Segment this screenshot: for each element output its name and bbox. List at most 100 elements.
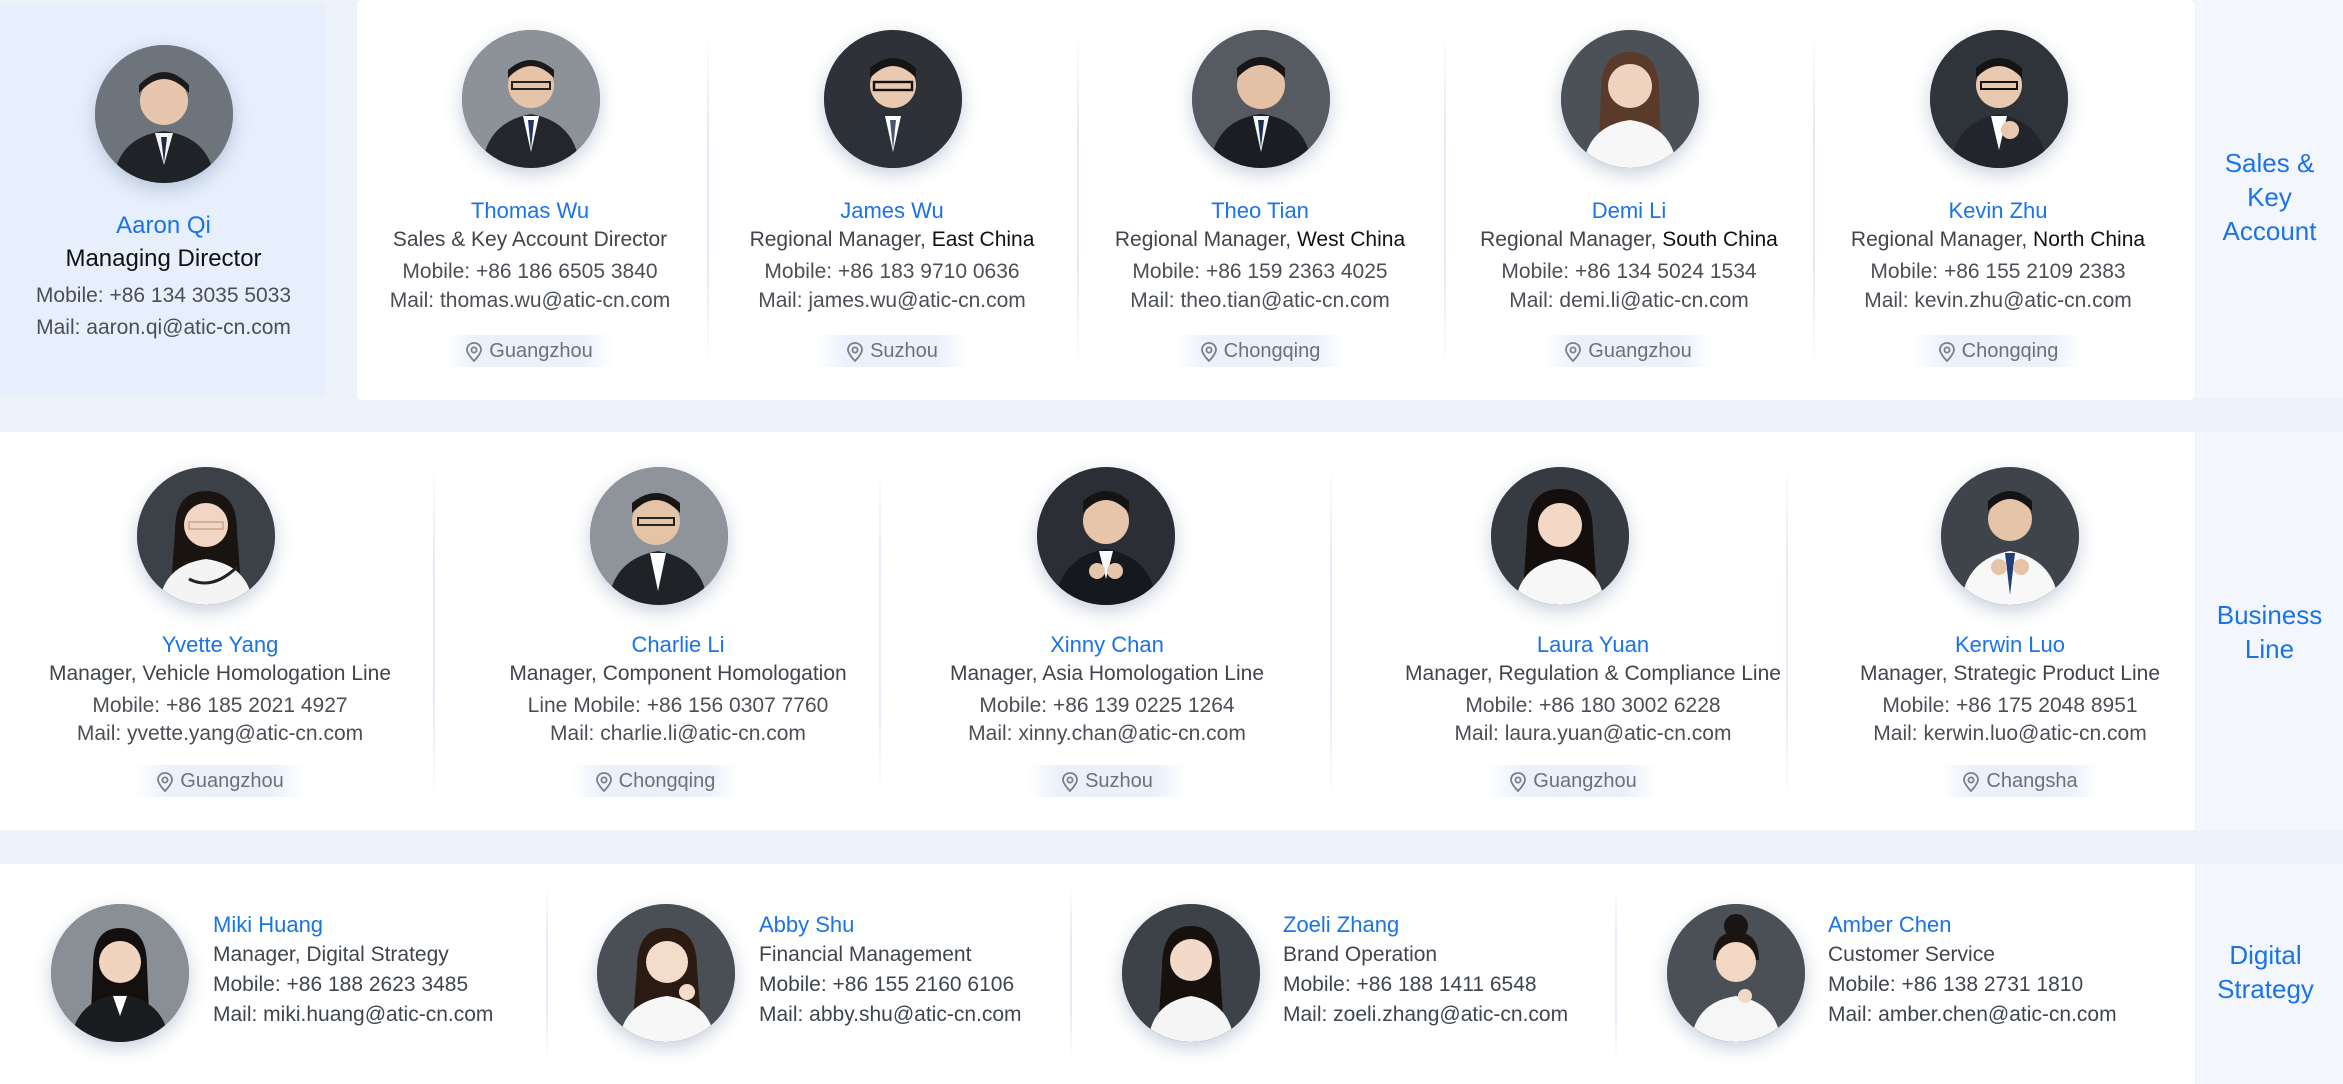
person-mobile: Mobile: +86 186 6505 3840 [402,260,658,283]
person-mobile: Mobile: +86 155 2109 2383 [1870,260,2126,283]
person-card-kerwin-luo: Kerwin Luo Manager, Strategic Product Li… [1800,432,2220,830]
avatar [1192,30,1330,168]
person-mobile: Mobile: +86 155 2160 6106 [759,973,1015,996]
location-tag: Suzhou [1027,765,1187,797]
divider [1813,30,1815,370]
person-name: Kerwin Luo [1954,632,2066,657]
person-info: Amber Chen Customer Service Mobile: +86 … [1828,910,2117,1030]
person-mail: Mail: laura.yuan@atic-cn.com [1454,722,1732,745]
divider [1444,30,1446,370]
divider [1330,462,1332,802]
avatar [824,30,962,168]
person-role: Sales & Key Account Director [392,228,668,251]
location-pin-icon [1564,341,1582,362]
person-card-abby-shu: Abby Shu Financial Management Mobile: +8… [546,864,1066,1084]
person-name: Theo Tian [1211,198,1309,223]
location-tag: Changsha [1940,765,2100,797]
location-tag: Guangzhou [135,765,305,797]
person-card-managing-director: Aaron Qi Managing Director Mobile: +86 1… [0,0,327,400]
person-mail: Mail: miki.huang@atic-cn.com [213,1003,494,1026]
person-name: Thomas Wu [470,198,590,223]
location-pin-icon [1962,771,1980,792]
person-mobile: Mobile: +86 185 2021 4927 [92,694,348,717]
person-name: James Wu [840,198,944,223]
avatar [51,904,189,1042]
person-mobile: Line Mobile: +86 156 0307 7760 [527,694,829,717]
person-role: Financial Management [759,943,972,966]
person-role: Regional Manager, South China [1480,228,1778,251]
avatar [462,30,600,168]
avatar [1561,30,1699,168]
person-card-demi-li: Demi Li Regional Manager, South China Mo… [1459,0,1799,400]
person-role: Customer Service [1828,943,1995,966]
person-name: Demi Li [1591,198,1667,223]
person-card-theo-tian: Theo Tian Regional Manager, West China M… [1090,0,1430,400]
location-pin-icon [1509,771,1527,792]
person-mail: Mail: james.wu@atic-cn.com [758,289,1026,312]
location-pin-icon [465,341,483,362]
location-tag: Guangzhou [1543,335,1713,367]
person-card-james-wu: James Wu Regional Manager, East China Mo… [722,0,1062,400]
person-role: Brand Operation [1283,943,1438,966]
person-mobile: Mobile: +86 175 2048 8951 [1882,694,2138,717]
person-card-zoeli-zhang: Zoeli Zhang Brand Operation Mobile: +86 … [1070,864,1610,1084]
person-card-charlie-li: Charlie Li Manager, Component Homologati… [463,432,903,830]
person-card-miki-huang: Miki Huang Manager, Digital Strategy Mob… [0,864,540,1084]
person-card-kevin-zhu: Kevin Zhu Regional Manager, North China … [1828,0,2168,400]
person-role: Manager, Component Homologation [509,662,847,685]
person-name: Yvette Yang [161,632,279,657]
avatar [137,467,275,605]
location-pin-icon [1200,341,1218,362]
person-name: Aaron Qi [116,212,211,239]
location-tag: Guangzhou [1488,765,1658,797]
location-tag: Chongqing [570,765,740,797]
avatar [1491,467,1629,605]
person-name: Miki Huang [213,912,324,937]
person-mobile: Mobile: +86 188 1411 6548 [1283,973,1537,996]
location-pin-icon [595,771,613,792]
location-pin-icon [156,771,174,792]
person-mail: Mail: theo.tian@atic-cn.com [1130,289,1390,312]
avatar [1930,30,2068,168]
location-pin-icon [1061,771,1079,792]
person-mobile: Mobile: +86 159 2363 4025 [1132,260,1388,283]
person-card-amber-chen: Amber Chen Customer Service Mobile: +86 … [1615,864,2185,1084]
person-name: Xinny Chan [1050,632,1164,657]
person-role: Manager, Asia Homologation Line [949,662,1265,685]
person-mail: Mail: kerwin.luo@atic-cn.com [1873,722,2147,745]
person-mail: Mail: zoeli.zhang@atic-cn.com [1283,1003,1569,1026]
person-mail: Mail: charlie.li@atic-cn.com [550,722,806,745]
person-name: Zoeli Zhang [1283,912,1400,937]
avatar [1037,467,1175,605]
avatar [95,45,233,183]
avatar [1122,904,1260,1042]
divider [707,30,709,370]
location-pin-icon [846,341,864,362]
person-mail: Mail: demi.li@atic-cn.com [1509,289,1749,312]
person-card-thomas-wu: Thomas Wu Sales & Key Account Director M… [360,0,700,400]
person-mobile: Mobile: +86 183 9710 0636 [764,260,1020,283]
person-mail: Mail: amber.chen@atic-cn.com [1828,1003,2117,1026]
person-mobile: Mobile: +86 139 0225 1264 [979,694,1235,717]
avatar [1941,467,2079,605]
person-mail: Mail: yvette.yang@atic-cn.com [76,722,364,745]
divider [433,462,435,802]
person-mobile: Mobile: +86 180 3002 6228 [1465,694,1721,717]
person-mail: Mail: xinny.chan@atic-cn.com [968,722,1246,745]
person-mobile: Mobile: +86 188 2623 3485 [213,973,469,996]
person-role: Regional Manager, West China [1114,228,1406,251]
avatar [590,467,728,605]
person-role: Manager, Strategic Product Line [1859,662,2160,685]
section-label-digital: Digital Strategy [2217,940,2314,1004]
person-name: Charlie Li [631,632,725,657]
section-label-sales: Sales & Key Account [2222,148,2317,246]
person-mobile: Mobile: +86 134 5024 1534 [1501,260,1757,283]
person-role: Regional Manager, North China [1850,228,2146,251]
person-info: Miki Huang Manager, Digital Strategy Mob… [213,910,493,1030]
person-role: Manager, Regulation & Compliance Line [1405,662,1781,685]
person-card-xinny-chan: Xinny Chan Manager, Asia Homologation Li… [897,432,1317,830]
person-card-laura-yuan: Laura Yuan Manager, Regulation & Complia… [1338,432,1848,830]
person-name: Amber Chen [1828,912,1952,937]
person-mail: Mail: abby.shu@atic-cn.com [759,1003,1022,1026]
location-tag: Suzhou [817,335,967,367]
